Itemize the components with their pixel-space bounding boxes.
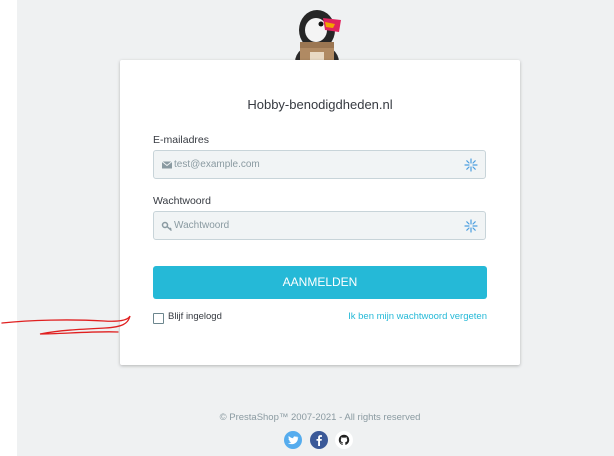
email-field-wrapper (153, 150, 486, 179)
password-manager-icon[interactable] (464, 219, 478, 233)
github-button[interactable] (335, 431, 353, 449)
facebook-button[interactable] (310, 431, 328, 449)
facebook-icon (316, 435, 322, 446)
envelope-icon (161, 161, 173, 169)
password-label: Wachtwoord (153, 195, 211, 207)
shop-name: Hobby-benodigdheden.nl (247, 97, 393, 112)
twitter-button[interactable] (284, 431, 302, 449)
twitter-icon (287, 436, 299, 445)
key-icon (161, 221, 172, 232)
password-manager-icon[interactable] (464, 158, 478, 172)
remember-me-checkbox[interactable] (153, 313, 164, 324)
password-input[interactable] (174, 212, 454, 239)
email-label: E-mailadres (153, 134, 210, 146)
login-button[interactable]: AANMELDEN (153, 266, 487, 299)
github-icon (338, 434, 350, 445)
login-card: Hobby-benodigdheden.nl E-mailadres Wacht… (120, 60, 520, 365)
password-field-wrapper (153, 211, 486, 240)
footer-copyright: © PrestaShop™ 2007-2021 - All rights res… (219, 412, 421, 423)
email-input[interactable] (174, 151, 454, 178)
remember-me-label[interactable]: Blijf ingelogd (168, 311, 222, 322)
red-annotation-scribble (1, 315, 131, 335)
forgot-password-link[interactable]: Ik ben mijn wachtwoord vergeten (348, 311, 487, 322)
